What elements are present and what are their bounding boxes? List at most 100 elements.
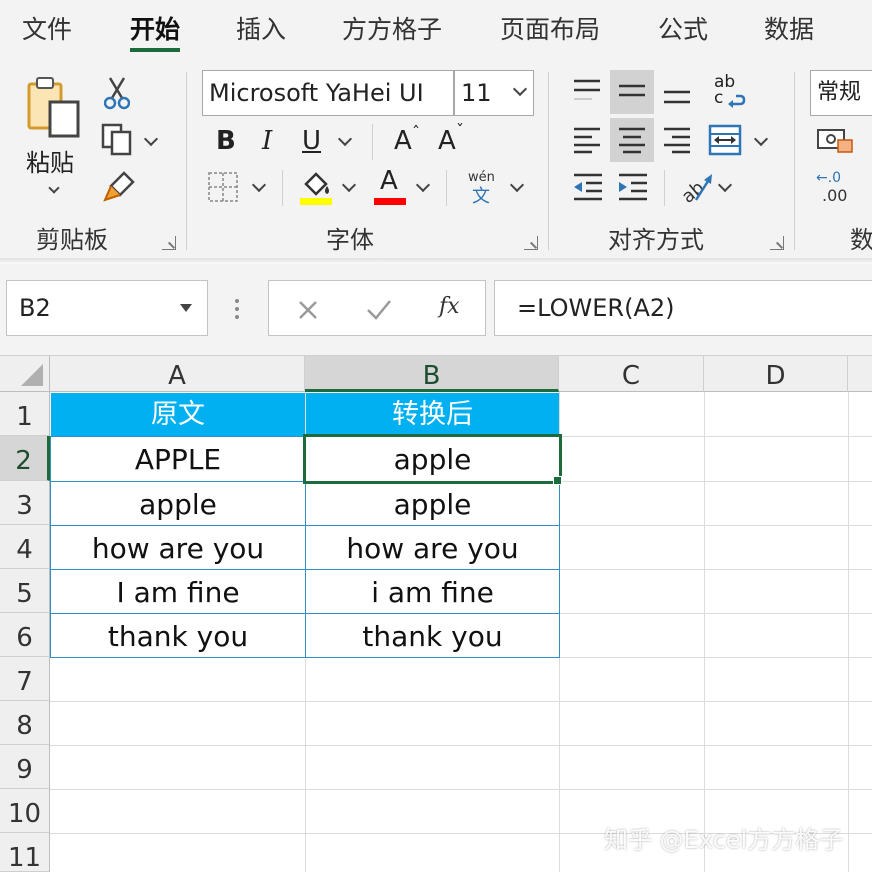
align-left-icon[interactable]: [572, 126, 602, 154]
formula-input[interactable]: =LOWER(A2): [494, 280, 872, 336]
align-center-icon[interactable]: [617, 126, 647, 154]
cell-b6[interactable]: thank you: [305, 613, 560, 658]
row-header-6[interactable]: 6: [0, 613, 50, 657]
fill-color-dropdown-arrow[interactable]: [341, 177, 357, 193]
group-separator: [186, 72, 187, 250]
svg-text:ab: ab: [678, 177, 708, 204]
cell-b5[interactable]: i am fine: [305, 569, 560, 614]
row-header-10[interactable]: 10: [0, 789, 50, 833]
format-painter-icon[interactable]: [102, 170, 136, 204]
cell-a5[interactable]: I am fine: [50, 569, 306, 614]
column-header-c[interactable]: C: [559, 356, 704, 392]
column-header-e[interactable]: [848, 356, 872, 392]
bold-button[interactable]: B: [216, 126, 236, 156]
decimal-top-text: ←.0: [816, 170, 842, 186]
fill-color-icon[interactable]: [298, 168, 334, 206]
border-icon[interactable]: [206, 170, 240, 204]
font-color-swatch: [374, 198, 406, 205]
cell-a3[interactable]: apple: [50, 481, 306, 526]
alignment-dialog-launcher[interactable]: [770, 236, 784, 250]
increase-font-button[interactable]: A: [394, 126, 412, 156]
row-header-8[interactable]: 8: [0, 701, 50, 745]
underline-button[interactable]: U: [302, 126, 321, 156]
font-color-button[interactable]: A: [380, 166, 398, 196]
merge-center-icon[interactable]: [708, 124, 742, 156]
cell-a6[interactable]: thank you: [50, 613, 306, 658]
middle-align-icon[interactable]: [617, 78, 647, 104]
cancel-icon[interactable]: [297, 299, 319, 321]
font-size-select[interactable]: 11: [454, 70, 534, 116]
top-align-icon[interactable]: [572, 78, 602, 104]
name-box-dropdown-icon[interactable]: [179, 303, 193, 313]
font-color-dropdown-arrow[interactable]: [415, 177, 431, 193]
cell-a1[interactable]: 原文: [51, 393, 305, 436]
alignment-group-label: 对齐方式: [608, 226, 704, 254]
border-dropdown-arrow[interactable]: [251, 177, 267, 193]
copy-icon[interactable]: [100, 122, 134, 156]
column-header-d[interactable]: D: [704, 356, 848, 392]
tab-home[interactable]: 开始: [130, 12, 181, 52]
row-header-4[interactable]: 4: [0, 525, 50, 569]
font-size-dropdown-arrow: [512, 81, 528, 97]
column-header-a[interactable]: A: [50, 356, 305, 392]
orientation-icon[interactable]: ab: [678, 170, 714, 204]
cell-b2[interactable]: apple: [305, 436, 560, 482]
gridline: [50, 745, 872, 746]
paste-button[interactable]: 粘贴: [22, 74, 88, 204]
font-name-select[interactable]: Microsoft YaHei UI: [202, 70, 454, 116]
row-header-3[interactable]: 3: [0, 481, 50, 525]
decrease-font-button[interactable]: A: [438, 126, 456, 156]
phonetic-button[interactable]: wén 文: [464, 166, 504, 207]
phonetic-bottom-text: 文: [472, 186, 490, 207]
select-all-button[interactable]: [0, 356, 50, 392]
decrease-indent-icon[interactable]: [572, 172, 604, 202]
wrap-text-button[interactable]: ab c: [712, 72, 748, 112]
decimal-bottom-text: .00: [822, 186, 848, 205]
insert-function-icon[interactable]: fx: [439, 287, 460, 327]
increase-indent-icon[interactable]: [617, 172, 649, 202]
row-header-5[interactable]: 5: [0, 569, 50, 613]
tab-formulas[interactable]: 公式: [658, 12, 708, 52]
paste-dropdown-arrow[interactable]: [48, 182, 60, 194]
cell-a2[interactable]: APPLE: [50, 436, 306, 482]
clipboard-dialog-launcher[interactable]: [162, 236, 176, 250]
increase-decimal-button[interactable]: ←.0 .00: [816, 170, 856, 210]
watermark: 知乎 @Excel方方格子: [604, 826, 844, 854]
cell-b1[interactable]: 转换后: [306, 393, 559, 436]
fill-handle[interactable]: [553, 476, 562, 485]
ribbon-tab-bar: 文件 开始 插入 方方格子 页面布局 公式 数据: [0, 0, 872, 60]
fill-color-swatch: [300, 198, 332, 205]
accounting-format-icon[interactable]: [816, 126, 856, 156]
font-dialog-launcher[interactable]: [524, 236, 538, 250]
align-right-icon[interactable]: [662, 126, 692, 154]
tab-file[interactable]: 文件: [22, 12, 72, 52]
tab-data[interactable]: 数据: [764, 12, 814, 52]
clipboard-group-label: 剪贴板: [36, 226, 108, 254]
name-box[interactable]: B2: [6, 280, 208, 336]
formula-bar-grip-icon[interactable]: [234, 298, 240, 320]
underline-dropdown-arrow[interactable]: [337, 131, 353, 147]
orientation-dropdown-arrow[interactable]: [717, 177, 733, 193]
merge-dropdown-arrow[interactable]: [753, 131, 769, 147]
cell-b3[interactable]: apple: [305, 481, 560, 526]
tab-fangfanggezi[interactable]: 方方格子: [342, 12, 442, 52]
row-header-9[interactable]: 9: [0, 745, 50, 789]
row-header-1[interactable]: 1: [0, 392, 50, 436]
wrap-arrow-icon: [728, 94, 746, 108]
row-header-11[interactable]: 11: [0, 833, 50, 872]
italic-button[interactable]: I: [262, 126, 272, 156]
row-header-7[interactable]: 7: [0, 657, 50, 701]
cell-b4[interactable]: how are you: [305, 525, 560, 570]
copy-dropdown-arrow[interactable]: [143, 131, 159, 147]
cut-icon[interactable]: [104, 76, 130, 110]
tab-insert[interactable]: 插入: [236, 12, 286, 52]
inline-separator: [446, 170, 447, 206]
enter-icon[interactable]: [365, 297, 393, 323]
tab-page-layout[interactable]: 页面布局: [500, 12, 600, 52]
number-format-select[interactable]: 常规: [810, 70, 872, 116]
phonetic-dropdown-arrow[interactable]: [509, 177, 525, 193]
row-header-2[interactable]: 2: [0, 436, 50, 481]
column-header-b[interactable]: B: [305, 356, 559, 392]
bottom-align-icon[interactable]: [662, 78, 692, 108]
cell-a4[interactable]: how are you: [50, 525, 306, 570]
